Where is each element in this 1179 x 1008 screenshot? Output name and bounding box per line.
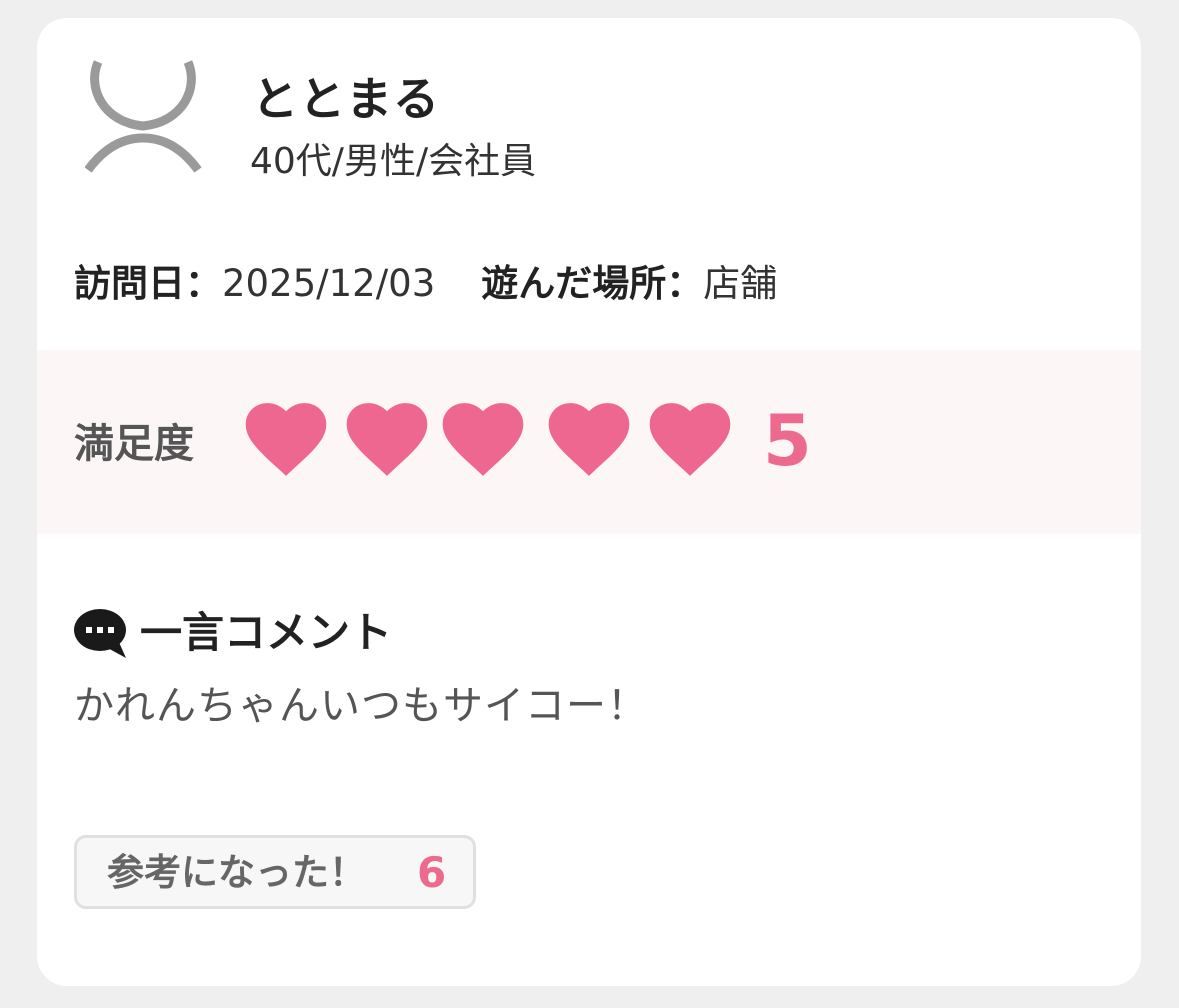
visit-info: 訪問日：2025/12/03 遊んだ場所：店舗 bbox=[74, 258, 777, 310]
helpful-label: 参考になった！ bbox=[107, 851, 366, 894]
reviewer-name: ととまる bbox=[252, 72, 440, 126]
speech-bubble-icon bbox=[74, 608, 128, 658]
user-silhouette-icon bbox=[84, 58, 203, 176]
visit-place-value: 店舗 bbox=[703, 262, 778, 305]
satisfaction-score: 5 bbox=[763, 400, 812, 482]
satisfaction-hearts bbox=[245, 402, 745, 482]
heart-icon bbox=[649, 403, 731, 476]
visit-date-label: 訪問日： bbox=[74, 262, 222, 305]
heart-icon bbox=[346, 403, 428, 476]
heart-icon bbox=[548, 403, 630, 476]
satisfaction-row: 満足度 5 bbox=[37, 350, 1141, 534]
helpful-count: 6 bbox=[417, 848, 447, 897]
helpful-button[interactable]: 参考になった！ 6 bbox=[74, 835, 476, 909]
satisfaction-label: 満足度 bbox=[74, 421, 194, 467]
comment-title: 一言コメント bbox=[140, 608, 393, 657]
heart-icon bbox=[442, 403, 524, 476]
visit-date-value: 2025/12/03 bbox=[222, 262, 436, 305]
visit-place-label: 遊んだ場所： bbox=[481, 262, 704, 305]
comment-text: かれんちゃんいつもサイコー！ bbox=[74, 683, 648, 729]
heart-icon bbox=[245, 403, 327, 476]
review-card: ととまる 40代/男性/会社員 訪問日：2025/12/03 遊んだ場所：店舗 満… bbox=[37, 18, 1141, 986]
reviewer-profile: 40代/男性/会社員 bbox=[250, 141, 537, 182]
